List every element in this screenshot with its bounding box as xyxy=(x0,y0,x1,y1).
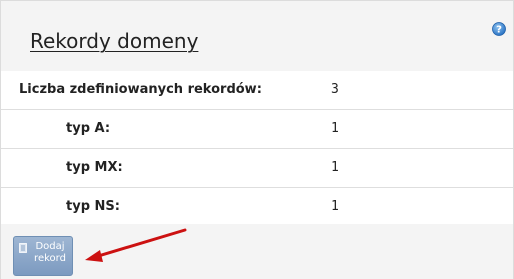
table-row: typ A: 1 xyxy=(1,110,513,149)
add-record-button-label: Dodaj rekord xyxy=(28,241,72,265)
record-type-mx-value: 1 xyxy=(331,160,339,175)
record-type-mx-label: typ MX: xyxy=(66,160,123,175)
record-type-ns-label: typ NS: xyxy=(66,199,120,214)
domain-records-panel: Rekordy domeny ? Liczba zdefiniowanych r… xyxy=(0,0,514,279)
panel-footer: Dodaj rekord xyxy=(1,224,513,279)
total-records-value: 3 xyxy=(331,82,339,97)
table-row: Liczba zdefiniowanych rekordów: 3 xyxy=(1,71,513,110)
panel-header: Rekordy domeny ? xyxy=(1,1,513,71)
records-table: Liczba zdefiniowanych rekordów: 3 typ A:… xyxy=(1,71,513,227)
add-record-button-line1: Dodaj xyxy=(35,241,65,252)
help-icon[interactable]: ? xyxy=(492,22,506,36)
add-record-button[interactable]: Dodaj rekord xyxy=(13,236,73,276)
record-type-ns-value: 1 xyxy=(331,199,339,214)
record-type-a-value: 1 xyxy=(331,121,339,136)
add-record-button-line2: rekord xyxy=(34,253,66,264)
svg-text:?: ? xyxy=(496,25,502,36)
record-type-a-label: typ A: xyxy=(66,121,111,136)
total-records-label: Liczba zdefiniowanych rekordów: xyxy=(19,82,262,97)
panel-title: Rekordy domeny xyxy=(30,29,199,53)
document-icon xyxy=(19,243,27,253)
red-arrow-icon xyxy=(85,228,187,262)
table-row: typ MX: 1 xyxy=(1,149,513,188)
table-row: typ NS: 1 xyxy=(1,188,513,227)
